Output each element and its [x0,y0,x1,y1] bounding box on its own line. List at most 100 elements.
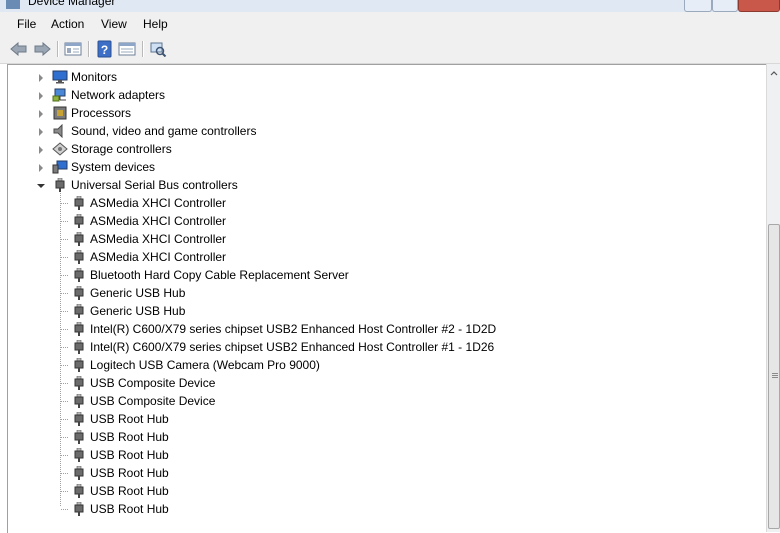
menu-bar: File Action View Help [0,12,780,36]
help-icon[interactable]: ? [96,40,114,58]
tree-item-label: Bluetooth Hard Copy Cable Replacement Se… [90,268,349,282]
tree-connector [61,365,68,367]
usb-device-item[interactable]: Bluetooth Hard Copy Cable Replacement Se… [8,266,748,284]
scroll-grip [772,373,778,374]
usb-device-icon [71,357,87,372]
tree-connector [61,419,68,421]
system-icon [52,160,68,174]
tree-connector [61,347,68,349]
usb-device-item[interactable]: USB Root Hub [8,500,748,518]
toolbar: ? [0,36,780,64]
network-icon [52,88,68,102]
monitor-icon [52,70,68,84]
tree-connector [61,203,68,205]
tree-item-label: USB Composite Device [90,394,216,408]
menu-help[interactable]: Help [143,17,168,31]
usb-device-icon [71,339,87,354]
usb-device-icon [71,429,87,444]
properties-icon[interactable] [118,40,136,58]
device-tree: Monitors Network adapters Processors Sou… [7,64,766,533]
tree-item-sound-video-game[interactable]: Sound, video and game controllers [8,122,748,140]
usb-device-item[interactable]: USB Root Hub [8,482,748,500]
close-button[interactable] [738,0,780,12]
collapse-arrow-icon[interactable] [37,184,45,188]
usb-device-icon [71,483,87,498]
tree-item-label: ASMedia XHCI Controller [90,196,227,210]
usb-device-item[interactable]: USB Composite Device [8,392,748,410]
usb-device-icon [71,195,87,210]
tree-connector [61,239,68,241]
usb-device-icon [71,249,87,264]
tree-item-storage-controllers[interactable]: Storage controllers [8,140,748,158]
tree-item-label: USB Root Hub [90,448,169,462]
show-hide-console-tree-icon[interactable] [64,40,82,58]
scroll-grip [772,375,778,376]
usb-device-item[interactable]: ASMedia XHCI Controller [8,248,748,266]
maximize-button[interactable] [712,0,738,12]
usb-device-item[interactable]: USB Root Hub [8,446,748,464]
usb-device-item[interactable]: ASMedia XHCI Controller [8,230,748,248]
menu-view[interactable]: View [101,17,127,31]
tree-item-label: USB Root Hub [90,412,169,426]
tree-connector [61,257,68,259]
scroll-up-icon[interactable] [767,68,780,78]
tree-connector [61,473,68,475]
usb-device-item[interactable]: USB Composite Device [8,374,748,392]
menu-action[interactable]: Action [51,17,84,31]
window-title: Device Manager [28,0,116,8]
tree-item-label: Storage controllers [71,142,172,156]
tree-item-label: Processors [71,106,132,120]
tree-item-label: ASMedia XHCI Controller [90,250,227,264]
usb-device-item[interactable]: Generic USB Hub [8,302,748,320]
tree-item-usb-controllers[interactable]: Universal Serial Bus controllers [8,176,748,194]
tree-item-label: Monitors [71,70,118,84]
usb-device-item[interactable]: Intel(R) C600/X79 series chipset USB2 En… [8,320,748,338]
tree-item-label: Intel(R) C600/X79 series chipset USB2 En… [90,322,497,336]
usb-device-item[interactable]: ASMedia XHCI Controller [8,212,748,230]
tree-connector [61,437,68,439]
menu-file[interactable]: File [17,17,36,31]
tree-item-label: USB Composite Device [90,376,216,390]
usb-device-item[interactable]: ASMedia XHCI Controller [8,194,748,212]
expand-arrow-icon[interactable] [39,164,43,172]
tree-item-label: Logitech USB Camera (Webcam Pro 9000) [90,358,320,372]
expand-arrow-icon[interactable] [39,92,43,100]
usb-device-item[interactable]: Logitech USB Camera (Webcam Pro 9000) [8,356,748,374]
tree-connector [61,401,68,403]
usb-device-icon [71,285,87,300]
tree-connector [61,221,68,223]
tree-connector [61,275,68,277]
processor-icon [52,106,68,120]
back-icon[interactable] [10,40,28,58]
tree-item-label: Generic USB Hub [90,304,186,318]
scroll-thumb[interactable] [768,224,780,529]
usb-device-icon [71,213,87,228]
usb-icon [52,177,68,192]
device-manager-icon [6,0,20,9]
tree-item-monitors[interactable]: Monitors [8,68,748,86]
usb-device-item[interactable]: USB Root Hub [8,464,748,482]
expand-arrow-icon[interactable] [39,146,43,154]
expand-arrow-icon[interactable] [39,128,43,136]
tree-item-system-devices[interactable]: System devices [8,158,748,176]
tree-item-label: Intel(R) C600/X79 series chipset USB2 En… [90,340,495,354]
expand-arrow-icon[interactable] [39,110,43,118]
tree-item-label: USB Root Hub [90,502,169,516]
usb-device-item[interactable]: Generic USB Hub [8,284,748,302]
tree-item-processors[interactable]: Processors [8,104,748,122]
scan-hardware-icon[interactable] [149,40,167,58]
tree-item-label: ASMedia XHCI Controller [90,214,227,228]
tree-item-label: USB Root Hub [90,430,169,444]
tree-item-label: USB Root Hub [90,466,169,480]
usb-device-item[interactable]: USB Root Hub [8,410,748,428]
expand-arrow-icon[interactable] [39,74,43,82]
usb-device-item[interactable]: Intel(R) C600/X79 series chipset USB2 En… [8,338,748,356]
usb-device-item[interactable]: USB Root Hub [8,428,748,446]
tree-item-label: ASMedia XHCI Controller [90,232,227,246]
forward-icon[interactable] [33,40,51,58]
minimize-button[interactable] [684,0,712,12]
tree-item-network-adapters[interactable]: Network adapters [8,86,748,104]
scroll-grip [772,377,778,378]
vertical-scrollbar[interactable] [766,64,780,532]
tree-connector [61,329,68,331]
